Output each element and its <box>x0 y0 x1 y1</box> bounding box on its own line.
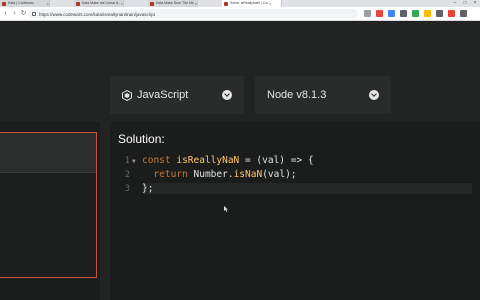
chevron-down-icon[interactable] <box>369 90 379 100</box>
line-number: 1 <box>124 156 130 166</box>
codewars-favicon <box>224 1 228 6</box>
close-icon[interactable]: × <box>47 0 49 7</box>
code-line: const isReallyNaN = (val) => { <box>142 155 314 166</box>
reload-icon[interactable]: ↻ <box>19 7 28 21</box>
line-number: 2 <box>124 170 130 180</box>
version-select-label: Node v8.1.3 <box>267 89 327 101</box>
close-window-icon[interactable]: × <box>470 0 480 7</box>
tab-title: Solve: isReallyNaN | Codewars <box>230 1 268 5</box>
codewars-favicon <box>76 1 80 6</box>
minimize-icon[interactable]: – <box>450 0 460 7</box>
extension-icon[interactable] <box>376 10 383 17</box>
javascript-icon <box>122 89 132 101</box>
menu-icon[interactable] <box>460 10 467 17</box>
window-controls: – □ × <box>450 0 480 7</box>
extension-icon[interactable] <box>448 10 455 17</box>
extension-icon[interactable] <box>400 10 407 17</box>
code-editor[interactable]: 1 ▼ 2 3 const isReallyNaN = (val) => { r… <box>110 150 480 278</box>
browser-tab[interactable]: Kata | Codewars × <box>0 0 50 7</box>
line-number: 3 <box>124 184 130 194</box>
tab-title: Kata Make me Linear 6 - Your <box>82 1 120 5</box>
mouse-cursor-icon <box>224 206 228 212</box>
left-panel <box>0 132 97 278</box>
extension-icons <box>364 10 467 18</box>
close-icon[interactable]: × <box>269 0 271 7</box>
star-icon[interactable] <box>364 10 371 17</box>
version-select[interactable]: Node v8.1.3 <box>255 76 391 114</box>
browser-tab-bar: Kata | Codewars × Kata Make me Linear 6 … <box>0 0 480 7</box>
omnibox[interactable]: https://www.codewars.com/kata/isreallyna… <box>28 9 358 19</box>
close-icon[interactable]: × <box>195 0 197 7</box>
extension-icon[interactable] <box>412 10 419 17</box>
back-icon[interactable]: ‹ <box>1 7 10 21</box>
code-line: return Number.isNaN(val); <box>153 169 297 180</box>
tab-title: Kata | Codewars <box>8 1 34 5</box>
language-select-label: JavaScript <box>137 89 189 101</box>
left-panel-header <box>0 133 96 173</box>
maximize-icon[interactable]: □ <box>460 0 470 7</box>
extension-icon[interactable] <box>436 10 443 17</box>
lock-icon <box>32 12 36 16</box>
code-line: }; <box>142 183 472 194</box>
extension-icon[interactable] <box>424 10 431 17</box>
codewars-favicon <box>150 1 154 6</box>
address-bar: ‹ › ↻ https://www.codewars.com/kata/isre… <box>0 7 480 21</box>
browser-tab[interactable]: Kata Make me Linear 6 - Your × <box>74 0 124 7</box>
chevron-down-icon[interactable] <box>222 90 232 100</box>
forward-icon[interactable]: › <box>10 7 19 21</box>
language-select[interactable]: JavaScript <box>110 76 244 114</box>
browser-tab-active[interactable]: Solve: isReallyNaN | Codewars × <box>222 0 282 7</box>
url-text: https://www.codewars.com/kata/isreallyna… <box>39 11 156 17</box>
fold-icon[interactable]: ▼ <box>132 158 136 165</box>
browser-tab[interactable]: Kata Make Sure The Message × <box>148 0 198 7</box>
codewars-favicon <box>2 1 6 6</box>
close-icon[interactable]: × <box>121 0 123 7</box>
extension-icon[interactable] <box>388 10 395 17</box>
solution-title: Solution: <box>118 132 165 146</box>
tab-title: Kata Make Sure The Message <box>156 1 194 5</box>
